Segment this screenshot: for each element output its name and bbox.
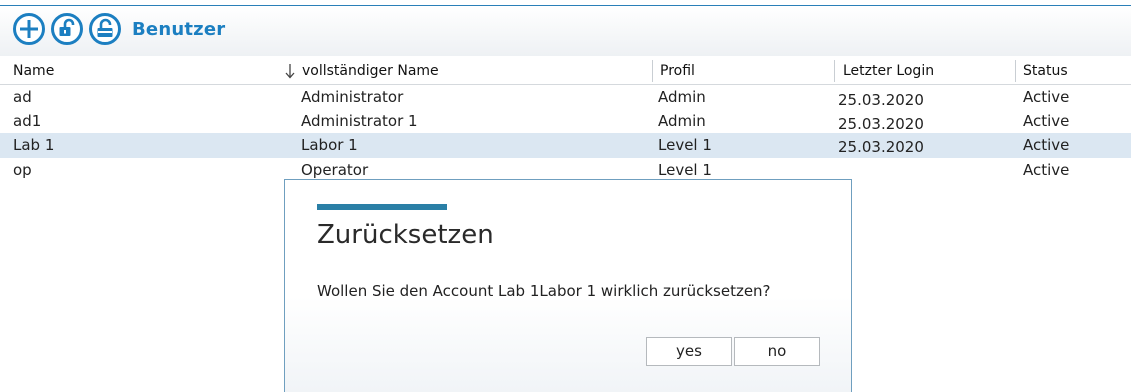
cell-full-name: Labor 1 bbox=[301, 136, 358, 154]
cell-name: Lab 1 bbox=[13, 136, 55, 154]
cell-name: ad1 bbox=[13, 112, 42, 130]
cell-full-name: Operator bbox=[301, 161, 369, 179]
column-header-name[interactable]: Name bbox=[13, 58, 54, 84]
column-header-full-name[interactable]: vollständiger Name bbox=[284, 58, 439, 84]
cell-last-login: 25.03.2020 bbox=[838, 91, 924, 109]
no-button[interactable]: no bbox=[734, 337, 820, 366]
yes-button[interactable]: yes bbox=[646, 337, 732, 366]
unlock-icon[interactable] bbox=[50, 12, 84, 46]
unlock-reset-icon[interactable] bbox=[88, 12, 122, 46]
column-header-profile[interactable]: Profil bbox=[660, 58, 695, 84]
dialog-accent-bar bbox=[317, 204, 447, 210]
header-divider bbox=[0, 84, 1131, 85]
column-header-full-name-label: vollständiger Name bbox=[302, 63, 439, 79]
column-separator[interactable] bbox=[1015, 60, 1016, 82]
cell-profile: Level 1 bbox=[658, 161, 712, 179]
column-header-status[interactable]: Status bbox=[1023, 58, 1068, 84]
cell-name: ad bbox=[13, 88, 32, 106]
reset-dialog: Zurücksetzen Wollen Sie den Account Lab … bbox=[284, 179, 852, 392]
cell-last-login: 25.03.2020 bbox=[838, 138, 924, 156]
column-separator[interactable] bbox=[652, 60, 653, 82]
table-row[interactable]: ad1 Administrator 1 Admin 25.03.2020 Act… bbox=[0, 110, 1131, 133]
cell-profile: Admin bbox=[658, 112, 706, 130]
add-icon[interactable] bbox=[12, 12, 46, 46]
cell-full-name: Administrator bbox=[301, 88, 404, 106]
column-header-last-login[interactable]: Letzter Login bbox=[843, 58, 934, 84]
dialog-message: Wollen Sie den Account Lab 1Labor 1 wirk… bbox=[317, 282, 771, 300]
cell-status: Active bbox=[1023, 136, 1070, 154]
table-row[interactable]: ad Administrator Admin 25.03.2020 Active bbox=[0, 86, 1131, 109]
sort-down-arrow-icon bbox=[285, 64, 295, 79]
toolbar: Benutzer bbox=[12, 12, 225, 46]
cell-status: Active bbox=[1023, 161, 1070, 179]
cell-status: Active bbox=[1023, 88, 1070, 106]
page-title: Benutzer bbox=[132, 18, 226, 40]
cell-status: Active bbox=[1023, 112, 1070, 130]
column-separator[interactable] bbox=[834, 60, 835, 82]
cell-profile: Admin bbox=[658, 88, 706, 106]
cell-last-login: 25.03.2020 bbox=[838, 115, 924, 133]
cell-name: op bbox=[13, 161, 32, 179]
dialog-title: Zurücksetzen bbox=[317, 220, 494, 250]
cell-full-name: Administrator 1 bbox=[301, 112, 418, 130]
table-row-selected[interactable]: Lab 1 Labor 1 Level 1 25.03.2020 Active bbox=[0, 133, 1131, 158]
table-row[interactable]: op Operator Level 1 Active bbox=[0, 159, 1131, 181]
cell-profile: Level 1 bbox=[658, 136, 712, 154]
